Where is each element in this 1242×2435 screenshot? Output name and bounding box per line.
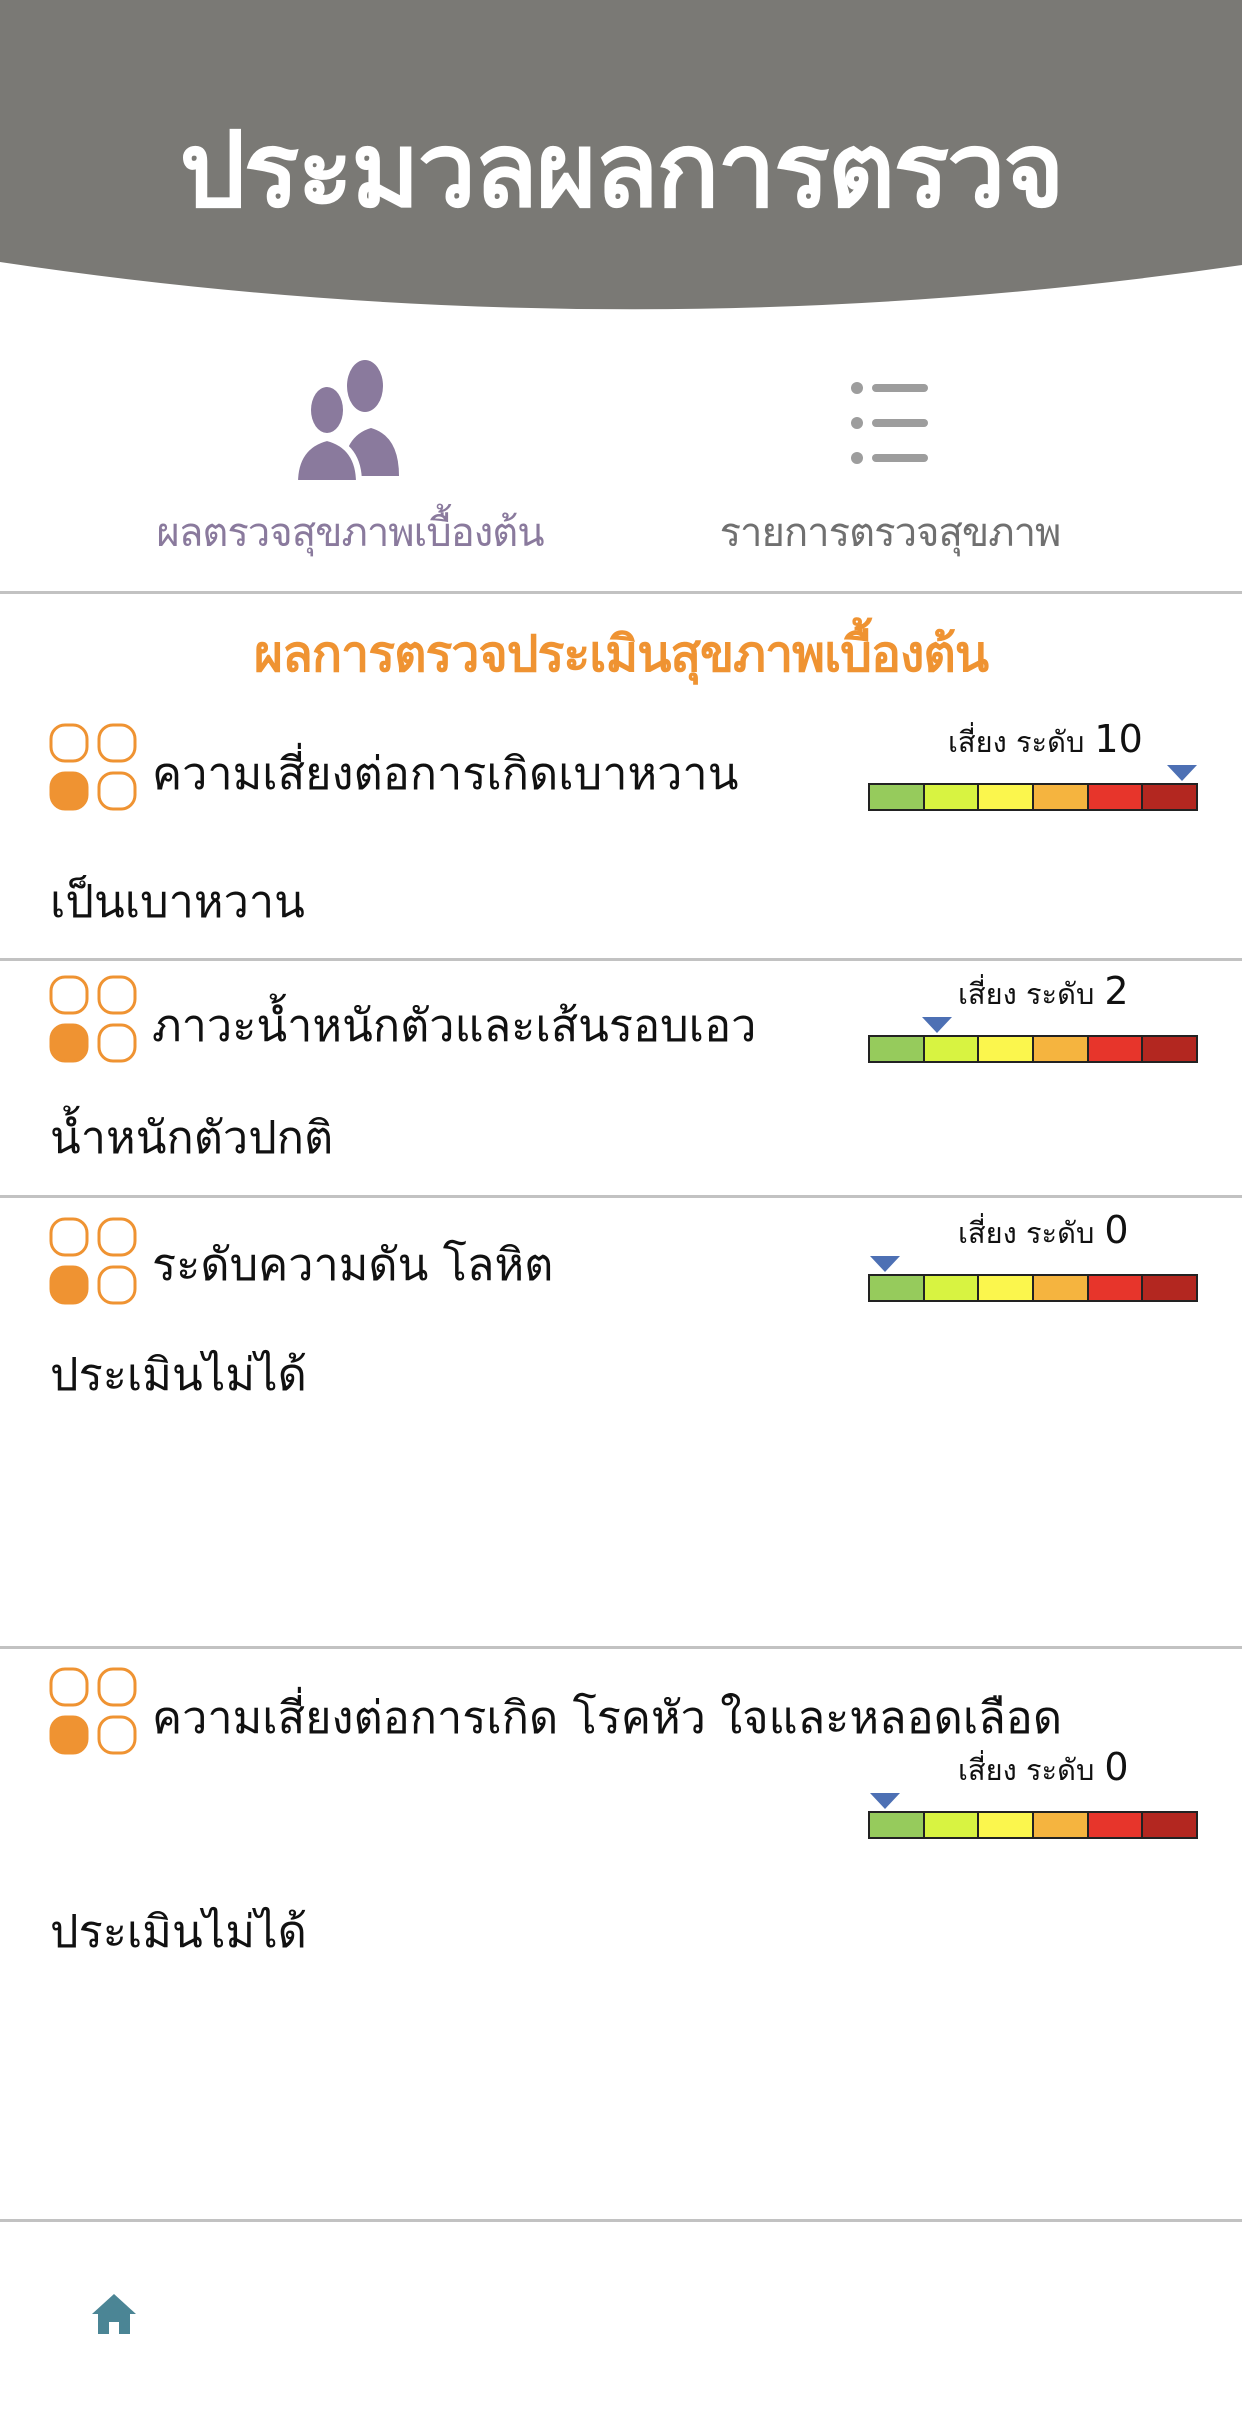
risk-bar-segment [1088, 1813, 1144, 1837]
risk-marker [869, 1793, 900, 1809]
risk-marker [869, 1256, 900, 1272]
risk-text: เสี่ยง ระดับ [958, 1753, 1095, 1787]
card-result: ประเมินไม่ได้ [50, 1905, 307, 1958]
risk-value: 0 [1104, 1745, 1129, 1789]
risk-bar-segment [870, 1813, 925, 1837]
risk-bar [868, 783, 1198, 811]
risk-bar-segment [924, 1037, 980, 1061]
risk-bar [868, 1811, 1198, 1839]
risk-bar-segment [1034, 785, 1089, 809]
page: ประมวลผลการตรวจ ผลตรวจสุขภาพเบื้องต้น รา… [0, 0, 1242, 2435]
people-icon [295, 360, 399, 483]
grid-icon [49, 975, 137, 1063]
risk-bar-segment [1143, 1037, 1197, 1061]
page-title: ประมวลผลการตรวจ [179, 109, 1064, 231]
risk-bar-segment [979, 1037, 1035, 1061]
risk-bar-segment [1088, 1037, 1144, 1061]
risk-bar-segment [1034, 1813, 1089, 1837]
risk-bar-segment [1143, 1276, 1197, 1300]
divider [0, 2219, 1242, 2222]
risk-label: เสี่ยง ระดับ 0 [958, 1208, 1129, 1256]
risk-bar-segment [1088, 785, 1144, 809]
card-result: เป็นเบาหวาน [50, 875, 305, 928]
risk-bar-segment [1143, 785, 1197, 809]
tab-basic-health-results[interactable]: ผลตรวจสุขภาพเบื้องต้น [100, 350, 600, 590]
risk-value: 2 [1104, 969, 1129, 1013]
tab-health-checklist[interactable]: รายการตรวจสุขภาพ [640, 350, 1140, 590]
risk-bar [868, 1274, 1198, 1302]
list-icon [851, 382, 928, 464]
header: ประมวลผลการตรวจ [0, 0, 1242, 330]
result-card-weight: ภาวะน้ำหนักตัวและเส้นรอบเอว เสี่ยง ระดับ… [0, 961, 1242, 1195]
risk-bar-segment [1088, 1276, 1144, 1300]
risk-bar-segment [924, 1276, 980, 1300]
result-card-heart-disease: ความเสี่ยงต่อการเกิด โรคหัว ใจและหลอดเลื… [0, 1649, 1242, 2219]
section-title: ผลการตรวจประเมินสุขภาพเบื้องต้น [253, 625, 989, 683]
grid-icon [49, 1217, 137, 1305]
risk-bar-segment [870, 785, 925, 809]
risk-bar-segment [979, 1276, 1035, 1300]
card-title: ระดับความดัน โลหิต [152, 1238, 554, 1291]
risk-marker [922, 1017, 953, 1033]
grid-icon [49, 723, 137, 811]
risk-value: 0 [1104, 1208, 1129, 1252]
risk-label: เสี่ยง ระดับ 10 [948, 717, 1143, 765]
risk-label: เสี่ยง ระดับ 2 [958, 969, 1129, 1017]
risk-value: 10 [1094, 717, 1143, 761]
risk-marker [1166, 765, 1197, 781]
risk-text: เสี่ยง ระดับ [948, 725, 1085, 759]
risk-label: เสี่ยง ระดับ 0 [958, 1745, 1129, 1793]
home-icon[interactable] [90, 2292, 138, 2336]
risk-bar-segment [924, 1813, 980, 1837]
risk-text: เสี่ยง ระดับ [958, 1216, 1095, 1250]
card-title: ความเสี่ยงต่อการเกิดเบาหวาน [152, 747, 739, 800]
risk-bar-segment [924, 785, 980, 809]
risk-bar [868, 1035, 1198, 1063]
tab-list-label: รายการตรวจสุขภาพ [719, 510, 1062, 556]
card-result: น้ำหนักตัวปกติ [50, 1111, 334, 1164]
risk-text: เสี่ยง ระดับ [958, 977, 1095, 1011]
risk-bar-segment [1143, 1813, 1197, 1837]
result-card-blood-pressure: ระดับความดัน โลหิต เสี่ยง ระดับ 0 ประเมิน… [0, 1198, 1242, 1646]
card-title: ภาวะน้ำหนักตัวและเส้นรอบเอว [152, 999, 757, 1052]
card-result: ประเมินไม่ได้ [50, 1348, 307, 1401]
card-title: ความเสี่ยงต่อการเกิด โรคหัว ใจและหลอดเลื… [152, 1691, 1063, 1744]
risk-bar-segment [1034, 1276, 1089, 1300]
risk-bar-segment [870, 1037, 925, 1061]
risk-bar-segment [979, 1813, 1035, 1837]
result-card-diabetes: ความเสี่ยงต่อการเกิดเบาหวาน เสี่ยง ระดับ… [0, 700, 1242, 958]
grid-icon [49, 1667, 137, 1755]
risk-bar-segment [870, 1276, 925, 1300]
risk-bar-segment [979, 785, 1035, 809]
tab-basic-label: ผลตรวจสุขภาพเบื้องต้น [156, 510, 544, 556]
divider [0, 591, 1242, 594]
risk-bar-segment [1034, 1037, 1089, 1061]
